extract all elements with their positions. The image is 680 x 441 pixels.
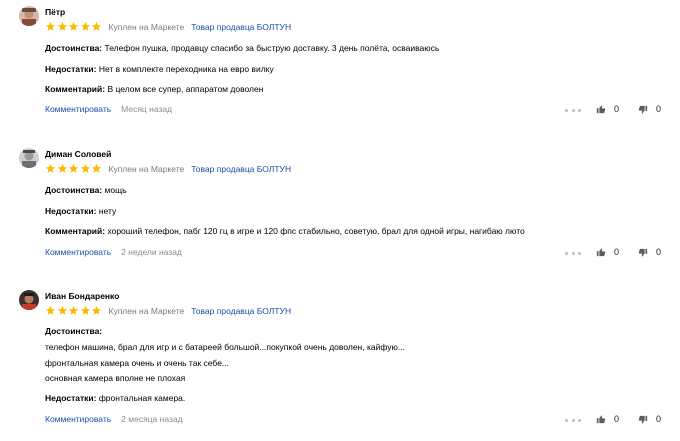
more-options-icon[interactable] <box>565 250 581 256</box>
star-icon <box>68 163 79 174</box>
cons-label: Недостатки: <box>45 393 97 403</box>
star-icon <box>80 21 91 32</box>
review-meta: Куплен на Маркете Товар продавца БОЛТУН <box>45 305 291 316</box>
purchase-badge: Куплен на Маркете <box>108 163 185 174</box>
review-footer: Комментировать Месяц назад <box>45 104 172 114</box>
review-meta: Куплен на Маркете Товар продавца БОЛТУН <box>45 163 291 174</box>
dislikes-count: 0 <box>656 414 662 424</box>
pros-row: Достоинства: Телефон пушка, продавцу спа… <box>45 43 439 53</box>
pros-text: Телефон пушка, продавцу спасибо за быстр… <box>104 43 440 53</box>
pros-text: мощь <box>104 185 127 195</box>
star-icon <box>80 163 91 174</box>
star-icon <box>57 163 68 174</box>
cons-row: Недостатки: Нет в комплекте переходника … <box>45 64 274 74</box>
pros-text-line: телефон машина, брал для игр и с батарее… <box>45 342 405 352</box>
thumbs-down-icon[interactable] <box>638 248 648 258</box>
review-footer: Комментировать 2 недели назад <box>45 247 182 257</box>
purchase-badge: Куплен на Маркете <box>108 305 185 316</box>
pros-row: Достоинства: <box>45 326 102 336</box>
rating-stars <box>45 21 103 32</box>
seller-link[interactable]: Товар продавца БОЛТУН <box>191 164 291 174</box>
thumbs-down-icon[interactable] <box>638 105 648 115</box>
comment-row: Комментарий: В целом все супер, аппарато… <box>45 84 263 94</box>
author-name[interactable]: Пётр <box>45 7 65 17</box>
author-name[interactable]: Иван Бондаренко <box>45 291 119 301</box>
thumbs-up-icon[interactable] <box>596 104 606 114</box>
avatar[interactable] <box>19 6 39 26</box>
reply-button[interactable]: Комментировать <box>45 104 111 114</box>
star-icon <box>91 163 102 174</box>
comment-label: Комментарий: <box>45 84 106 94</box>
cons-text: Нет в комплекте переходника на евро вилк… <box>98 64 274 74</box>
more-options-icon[interactable] <box>565 107 581 113</box>
star-icon <box>57 305 68 316</box>
reply-button[interactable]: Комментировать <box>45 247 111 257</box>
star-icon <box>68 305 79 316</box>
reply-button[interactable]: Комментировать <box>45 414 111 424</box>
likes-count: 0 <box>614 104 620 114</box>
author-name[interactable]: Диман Соловей <box>45 149 111 159</box>
seller-link[interactable]: Товар продавца БОЛТУН <box>191 306 291 316</box>
review-date: 2 недели назад <box>121 247 182 257</box>
comment-row: Комментарий: хороший телефон, пабг 120 г… <box>45 226 525 236</box>
thumbs-up-icon[interactable] <box>596 414 606 424</box>
cons-row: Недостатки: фронтальная камера. <box>45 393 185 403</box>
avatar[interactable] <box>19 290 39 310</box>
star-icon <box>91 305 102 316</box>
more-options-icon[interactable] <box>565 417 581 423</box>
comment-label: Комментарий: <box>45 226 106 236</box>
star-icon <box>91 21 102 32</box>
cons-label: Недостатки: <box>45 64 97 74</box>
likes-count: 0 <box>614 247 620 257</box>
avatar[interactable] <box>19 148 39 168</box>
rating-stars <box>45 305 103 316</box>
thumbs-up-icon[interactable] <box>596 247 606 257</box>
cons-text: фронтальная камера. <box>98 393 186 403</box>
review-date: Месяц назад <box>121 104 173 114</box>
star-icon <box>45 305 56 316</box>
pros-row: Достоинства: мощь <box>45 185 127 195</box>
cons-label: Недостатки: <box>45 206 97 216</box>
review-date: 2 месяца назад <box>121 414 183 424</box>
comment-text: хороший телефон, пабг 120 гц в игре и 12… <box>107 226 525 236</box>
star-icon <box>45 163 56 174</box>
seller-link[interactable]: Товар продавца БОЛТУН <box>191 22 291 32</box>
rating-stars <box>45 163 103 174</box>
star-icon <box>68 21 79 32</box>
pros-text-line: основная камера вполне не плохая <box>45 373 186 383</box>
review-footer: Комментировать 2 месяца назад <box>45 414 183 424</box>
star-icon <box>45 21 56 32</box>
pros-label: Достоинства: <box>45 326 103 336</box>
comment-text: В целом все супер, аппаратом доволен <box>107 84 264 94</box>
star-icon <box>80 305 91 316</box>
dislikes-count: 0 <box>656 104 662 114</box>
pros-label: Достоинства: <box>45 185 103 195</box>
star-icon <box>57 21 68 32</box>
purchase-badge: Куплен на Маркете <box>108 21 185 32</box>
thumbs-down-icon[interactable] <box>638 415 648 425</box>
pros-text-line: фронтальная камера очень и очень так себ… <box>45 358 230 368</box>
cons-row: Недостатки: нету <box>45 206 116 216</box>
review-meta: Куплен на Маркете Товар продавца БОЛТУН <box>45 21 291 32</box>
pros-label: Достоинства: <box>45 43 103 53</box>
dislikes-count: 0 <box>656 247 662 257</box>
likes-count: 0 <box>614 414 620 424</box>
cons-text: нету <box>98 206 117 216</box>
